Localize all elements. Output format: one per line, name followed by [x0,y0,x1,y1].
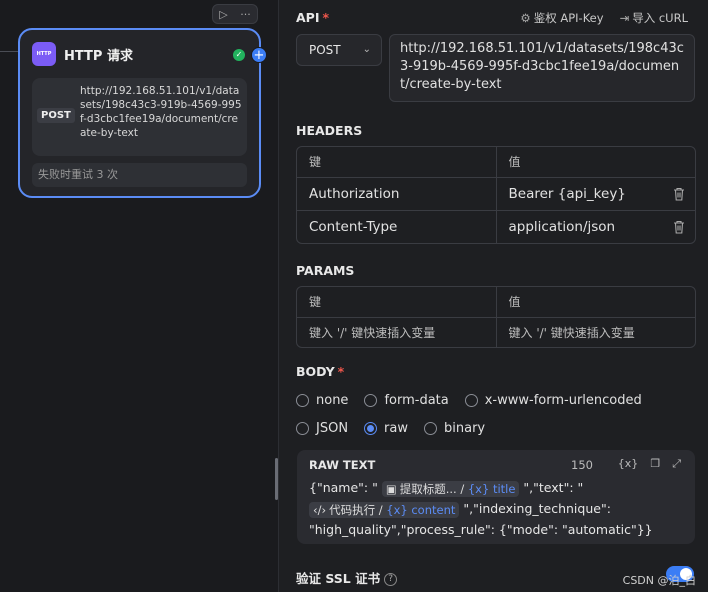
node-settings-panel: API * ⚙ 鉴权 API-Key ⇥ 导入 cURL POST ⌄ http://… [278,0,708,592]
variable-chip[interactable]: ‹/› 代码执行 / {x} content [309,501,460,518]
key-column-header: 键 [309,155,322,169]
table-row: 键入 '/' 键快速插入变量 键入 '/' 键快速插入变量 [297,317,695,347]
value-column-header: 值 [495,287,696,317]
node-title: HTTP 请求 [64,48,133,64]
params-section-title: PARAMS [296,263,355,278]
body-type-urlencoded[interactable]: x-www-form-urlencoded [464,393,642,408]
body-section-title: BODY * [296,364,345,379]
import-icon: ⇥ [619,11,630,25]
method-select[interactable]: POST ⌄ [296,34,382,66]
radio-icon [424,422,437,435]
trash-icon[interactable] [673,220,685,234]
node-method-badge: POST [37,108,75,123]
headers-section-title: HEADERS [296,123,363,138]
radio-icon [296,394,309,407]
table-header-row: 键 值 [297,147,695,177]
body-type-json[interactable]: JSON [296,421,348,436]
insert-variable-icon[interactable]: {x} [618,457,639,471]
radio-icon [296,422,309,435]
value-column-header: 值 [495,147,696,177]
body-type-none[interactable]: none [296,393,348,408]
param-value-input[interactable]: 键入 '/' 键快速插入变量 [495,318,696,347]
header-key-input[interactable]: Content-Type [297,211,496,243]
help-icon[interactable]: ? [384,573,398,586]
radio-selected-icon [364,422,378,435]
table-header-row: 键 值 [297,287,695,317]
success-check-icon: ✓ [233,49,245,61]
node-icon: ▣ [385,481,397,496]
variable-chip[interactable]: ▣ 提取标题... / {x} title [381,480,520,497]
raw-text-content[interactable]: {"name": " ▣ 提取标题... / {x} title ","text"… [309,477,687,540]
body-type-row-1: none form-data x-www-form-urlencoded [296,393,642,408]
add-next-node-icon[interactable]: + [251,47,267,63]
node-url-text: http://192.168.51.101/v1/datasets/198c43… [80,85,242,139]
param-key-input[interactable]: 键入 '/' 键快速插入变量 [297,318,496,347]
gear-icon: ⚙ [520,11,531,25]
node-header: HTTP HTTP 请求 [32,42,133,66]
run-node-icon[interactable]: ▷ [219,8,227,21]
auth-button[interactable]: ⚙ 鉴权 API-Key [520,10,603,26]
table-row: Content-Type application/json [297,210,695,243]
header-key-input[interactable]: Authorization [297,178,496,210]
raw-text-editor[interactable]: RAW TEXT 150 {x} ❐ ⤢ {"name": " ▣ 提取标题...… [297,450,695,544]
chevron-down-icon: ⌄ [362,44,371,55]
node-url-summary: POST http://192.168.51.101/v1/datasets/1… [32,78,247,156]
table-row: Authorization Bearer {api_key} [297,177,695,210]
copy-icon[interactable]: ❐ [650,457,660,471]
body-type-form-data[interactable]: form-data [364,393,449,408]
raw-text-title: RAW TEXT [309,458,376,472]
more-icon[interactable]: ··· [240,8,251,21]
expand-icon[interactable]: ⤢ [672,457,681,471]
body-type-binary[interactable]: binary [424,421,485,436]
watermark: CSDN @泊_白 [622,574,696,587]
key-column-header: 键 [309,295,322,309]
ssl-verify-label: 验证 SSL 证书? [296,568,398,587]
radio-icon [364,394,378,407]
http-request-node[interactable]: HTTP HTTP 请求 ✓ + POST http://192.168.51.… [18,28,267,198]
workflow-canvas[interactable]: ▷ ··· HTTP HTTP 请求 ✓ + POST http://192.1… [0,0,278,592]
body-type-raw[interactable]: raw [364,421,408,436]
body-type-row-2: JSON raw binary [296,421,485,436]
http-icon: HTTP [32,42,56,66]
raw-editor-tools: {x} ❐ ⤢ [618,457,681,471]
api-section-title: API * [296,10,330,25]
incoming-edge [0,51,18,52]
header-value-input[interactable]: application/json [495,211,696,243]
headers-table: 键 值 Authorization Bearer {api_key} Conte… [296,146,696,244]
node-retry-info: 失败时重试 3 次 [32,163,247,187]
code-icon: ‹/› [313,502,327,517]
params-table: 键 值 键入 '/' 键快速插入变量 键入 '/' 键快速插入变量 [296,286,696,348]
api-actions: ⚙ 鉴权 API-Key ⇥ 导入 cURL [520,10,688,26]
trash-icon[interactable] [673,187,685,201]
header-value-input[interactable]: Bearer {api_key} [495,178,696,210]
radio-icon [464,394,478,407]
import-curl-button[interactable]: ⇥ 导入 cURL [620,10,688,26]
node-toolbar: ▷ ··· [212,4,258,24]
char-count: 150 [571,458,593,472]
url-input[interactable]: http://192.168.51.101/v1/datasets/198c43… [389,34,695,102]
